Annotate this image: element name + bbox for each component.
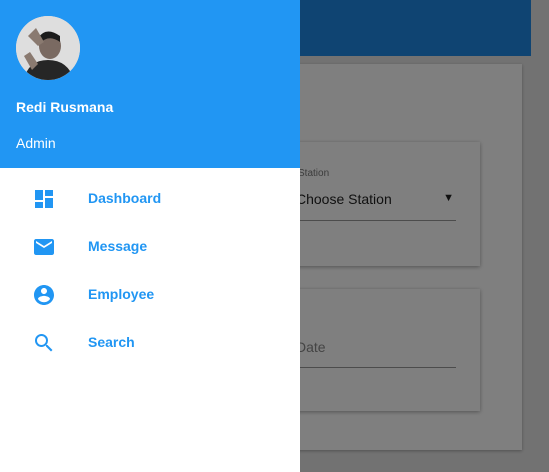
avatar[interactable] [16,16,80,80]
menu-item-label: Dashboard [88,190,162,206]
menu-item-dashboard[interactable]: Dashboard [0,175,300,223]
mail-icon [32,235,56,259]
menu-item-employee[interactable]: Employee [0,271,300,319]
menu-item-search[interactable]: Search [0,319,300,367]
menu-item-label: Employee [88,286,155,302]
menu-item-message[interactable]: Message [0,223,300,271]
navigation-drawer: Redi Rusmana Admin Dashboard Message Emp… [0,0,300,472]
account-circle-icon [32,283,56,307]
search-icon [32,331,56,355]
user-role: Admin [16,135,56,151]
menu-item-label: Message [88,238,148,254]
dashboard-icon [32,187,56,211]
drawer-header: Redi Rusmana Admin [0,0,300,168]
user-name: Redi Rusmana [16,99,114,115]
menu-item-label: Search [88,334,135,350]
